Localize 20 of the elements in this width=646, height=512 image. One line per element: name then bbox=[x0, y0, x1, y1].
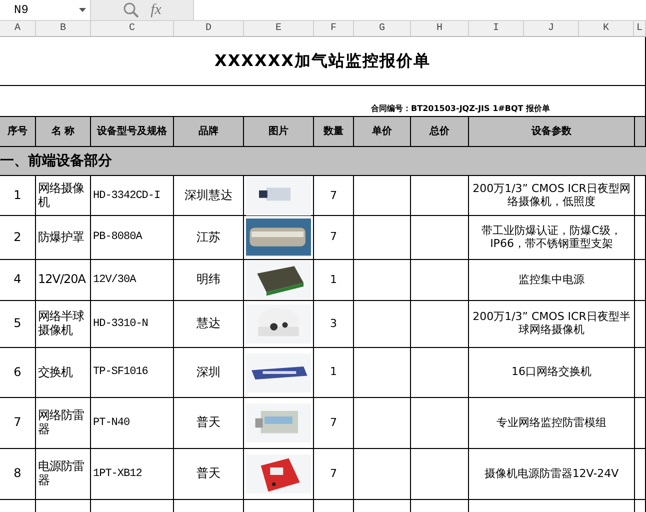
column-header[interactable]: E bbox=[244, 21, 314, 36]
formula-field[interactable] bbox=[193, 0, 646, 20]
column-header[interactable]: K bbox=[579, 21, 634, 36]
column-header[interactable]: H bbox=[411, 21, 469, 36]
zoom-icon[interactable] bbox=[122, 2, 139, 18]
column-header[interactable]: A bbox=[0, 21, 36, 36]
column-header[interactable]: F bbox=[314, 21, 354, 36]
section-heading: 一、前端设备部分 bbox=[0, 152, 112, 170]
column-header[interactable]: L bbox=[634, 21, 646, 36]
column-header[interactable]: D bbox=[174, 21, 244, 36]
sheet-title: XXXXXX加气站监控报价单 bbox=[0, 37, 646, 86]
column-header[interactable]: C bbox=[91, 21, 174, 36]
column-header[interactable]: B bbox=[36, 21, 91, 36]
column-header[interactable]: J bbox=[524, 21, 579, 36]
contract-number: 合同编号：BT201503-JQZ-JIS 1#BQT 报价单 bbox=[371, 103, 550, 114]
function-button[interactable]: fx bbox=[150, 2, 162, 18]
name-box[interactable]: N9 bbox=[0, 0, 91, 20]
column-header[interactable]: G bbox=[354, 21, 411, 36]
dropdown-caret-icon[interactable] bbox=[79, 8, 86, 12]
column-header[interactable]: I bbox=[469, 21, 524, 36]
